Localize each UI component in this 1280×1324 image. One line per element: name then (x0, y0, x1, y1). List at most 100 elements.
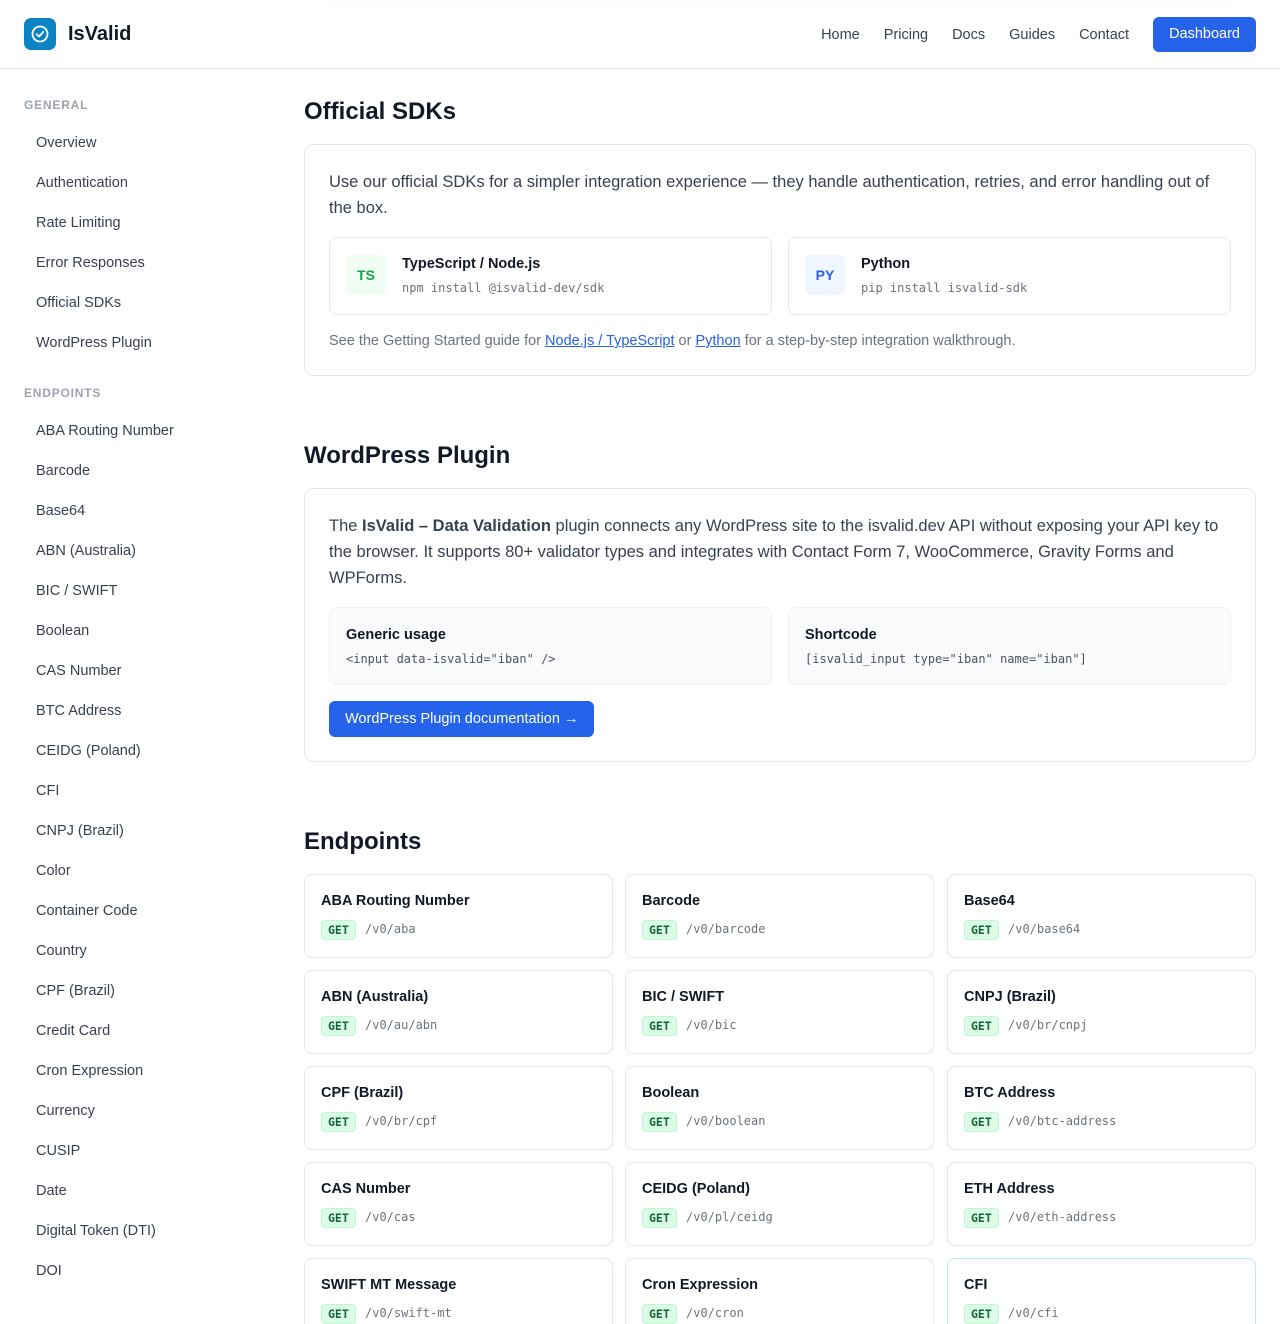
sdks-guide-text: See the Getting Started guide for Node.j… (329, 333, 1015, 349)
endpoint-name: Barcode (642, 893, 701, 909)
sidebar-item-endpoint[interactable]: Boolean (24, 611, 264, 651)
endpoints-title: Endpoints (304, 828, 422, 855)
guide-text-post: for a step-by-step integration walkthrou… (740, 333, 1016, 349)
sidebar-item-endpoint[interactable]: Base64 (24, 491, 264, 531)
http-method-badge: GET (642, 1208, 677, 1228)
sidebar-item-endpoint[interactable]: Color (24, 851, 264, 891)
sdk-typescript-install: npm install @isvalid-dev/sdk (402, 281, 605, 295)
sidebar-group-endpoints: ENDPOINTS (24, 386, 102, 400)
endpoint-name: BIC / SWIFT (642, 989, 725, 1005)
endpoint-name: Cron Expression (642, 1277, 759, 1293)
guide-link-node[interactable]: Node.js / TypeScript (545, 333, 675, 349)
endpoint-card[interactable]: Boolean GET/v0/boolean (625, 1066, 934, 1150)
endpoint-card[interactable]: CPF (Brazil) GET/v0/br/cpf (304, 1066, 613, 1150)
http-method-badge: GET (642, 1112, 677, 1132)
top-nav: Home Pricing Docs Guides Contact Dashboa… (821, 17, 1256, 52)
endpoint-path: /v0/boolean (686, 1114, 766, 1128)
docs-sidebar: GENERAL Overview Authentication Rate Lim… (0, 69, 280, 1324)
site-header: IsValid Home Pricing Docs Guides Contact… (0, 0, 1280, 69)
sidebar-item-endpoint[interactable]: ABN (Australia) (24, 531, 264, 571)
endpoint-card[interactable]: BTC Address GET/v0/btc-address (947, 1066, 1256, 1150)
endpoint-card[interactable]: Barcode GET/v0/barcode (625, 874, 934, 958)
sdk-typescript[interactable]: TS TypeScript / Node.js npm install @isv… (329, 237, 772, 315)
endpoint-card[interactable]: CAS Number GET/v0/cas (304, 1162, 613, 1246)
http-method-badge: GET (964, 1208, 999, 1228)
endpoint-card[interactable]: ETH Address GET/v0/eth-address (947, 1162, 1256, 1246)
sidebar-item-endpoint[interactable]: CPF (Brazil) (24, 971, 264, 1011)
generic-usage-box: Generic usage <input data-isvalid="iban"… (329, 607, 772, 685)
sidebar-item-authentication[interactable]: Authentication (24, 163, 264, 203)
endpoint-name: Base64 (964, 893, 1015, 909)
sidebar-item-endpoint[interactable]: CEIDG (Poland) (24, 731, 264, 771)
endpoint-path: /v0/cas (365, 1210, 416, 1224)
sidebar-item-endpoint[interactable]: ABA Routing Number (24, 411, 264, 451)
python-badge: PY (805, 255, 845, 295)
http-method-badge: GET (321, 1016, 356, 1036)
endpoint-name: CNPJ (Brazil) (964, 989, 1056, 1005)
sidebar-item-endpoint[interactable]: DOI (24, 1251, 264, 1291)
http-method-badge: GET (964, 1016, 999, 1036)
endpoint-card[interactable]: Base64 GET/v0/base64 (947, 874, 1256, 958)
endpoint-card[interactable]: ABA Routing Number GET/v0/aba (304, 874, 613, 958)
endpoint-name: CAS Number (321, 1181, 411, 1197)
sidebar-item-endpoint[interactable]: Digital Token (DTI) (24, 1211, 264, 1251)
endpoint-card[interactable]: ABN (Australia) GET/v0/au/abn (304, 970, 613, 1054)
nav-guides[interactable]: Guides (1009, 27, 1055, 43)
nav-docs[interactable]: Docs (952, 27, 985, 43)
endpoint-name: ABA Routing Number (321, 893, 470, 909)
sidebar-item-endpoint[interactable]: Cron Expression (24, 1051, 264, 1091)
sidebar-item-endpoint[interactable]: CUSIP (24, 1131, 264, 1171)
shortcode-code: [isvalid_input type="iban" name="iban"] (805, 652, 1087, 666)
sidebar-item-endpoint[interactable]: Barcode (24, 451, 264, 491)
endpoint-card[interactable]: Cron Expression GET/v0/cron (625, 1258, 934, 1324)
nav-pricing[interactable]: Pricing (884, 27, 928, 43)
sdk-python[interactable]: PY Python pip install isvalid-sdk (788, 237, 1231, 315)
nav-contact[interactable]: Contact (1079, 27, 1129, 43)
endpoint-path: /v0/swift-mt (365, 1306, 452, 1320)
sidebar-item-endpoint[interactable]: BTC Address (24, 691, 264, 731)
endpoint-path: /v0/eth-address (1008, 1210, 1117, 1224)
http-method-badge: GET (321, 920, 356, 940)
sidebar-item-endpoint[interactable]: Country (24, 931, 264, 971)
endpoint-card[interactable]: BIC / SWIFT GET/v0/bic (625, 970, 934, 1054)
shortcode-title: Shortcode (805, 627, 877, 643)
endpoint-path: /v0/barcode (686, 922, 766, 936)
sidebar-item-error-responses[interactable]: Error Responses (24, 243, 264, 283)
generic-usage-code: <input data-isvalid="iban" /> (346, 652, 556, 666)
sidebar-item-endpoint[interactable]: Currency (24, 1091, 264, 1131)
endpoint-card[interactable]: SWIFT MT Message GET/v0/swift-mt (304, 1258, 613, 1324)
dashboard-button[interactable]: Dashboard (1153, 17, 1256, 52)
sidebar-item-endpoint[interactable]: CFI (24, 771, 264, 811)
sidebar-item-endpoint[interactable]: Credit Card (24, 1011, 264, 1051)
sidebar-general-list: Overview Authentication Rate Limiting Er… (24, 123, 264, 363)
brand[interactable]: IsValid (24, 18, 131, 50)
sidebar-item-wordpress-plugin[interactable]: WordPress Plugin (24, 323, 264, 363)
sdk-python-install: pip install isvalid-sdk (861, 281, 1028, 295)
endpoint-card[interactable]: CEIDG (Poland) GET/v0/pl/ceidg (625, 1162, 934, 1246)
http-method-badge: GET (642, 920, 677, 940)
guide-link-python[interactable]: Python (695, 333, 740, 349)
sidebar-item-overview[interactable]: Overview (24, 123, 264, 163)
sidebar-item-endpoint[interactable]: CNPJ (Brazil) (24, 811, 264, 851)
nav-home[interactable]: Home (821, 27, 860, 43)
sdks-title: Official SDKs (304, 98, 457, 125)
http-method-badge: GET (642, 1304, 677, 1324)
sidebar-item-endpoint[interactable]: Date (24, 1171, 264, 1211)
sdk-python-name: Python (861, 256, 911, 272)
endpoint-name: Boolean (642, 1085, 700, 1101)
sidebar-item-official-sdks[interactable]: Official SDKs (24, 283, 264, 323)
endpoint-path: /v0/btc-address (1008, 1114, 1117, 1128)
wordpress-intro: The IsValid – Data Validation plugin con… (329, 513, 1229, 591)
wordpress-docs-button[interactable]: WordPress Plugin documentation → (329, 701, 595, 737)
check-circle-icon (24, 18, 56, 50)
guide-text-pre: See the Getting Started guide for (329, 333, 546, 349)
endpoint-name: CEIDG (Poland) (642, 1181, 750, 1197)
endpoint-name: ABN (Australia) (321, 989, 429, 1005)
guide-text-or: or (674, 333, 696, 349)
sidebar-item-endpoint[interactable]: Container Code (24, 891, 264, 931)
sidebar-item-endpoint[interactable]: CAS Number (24, 651, 264, 691)
sidebar-item-rate-limiting[interactable]: Rate Limiting (24, 203, 264, 243)
sidebar-item-endpoint[interactable]: BIC / SWIFT (24, 571, 264, 611)
endpoint-card[interactable]: CFI GET/v0/cfi (947, 1258, 1256, 1324)
endpoint-card[interactable]: CNPJ (Brazil) GET/v0/br/cnpj (947, 970, 1256, 1054)
